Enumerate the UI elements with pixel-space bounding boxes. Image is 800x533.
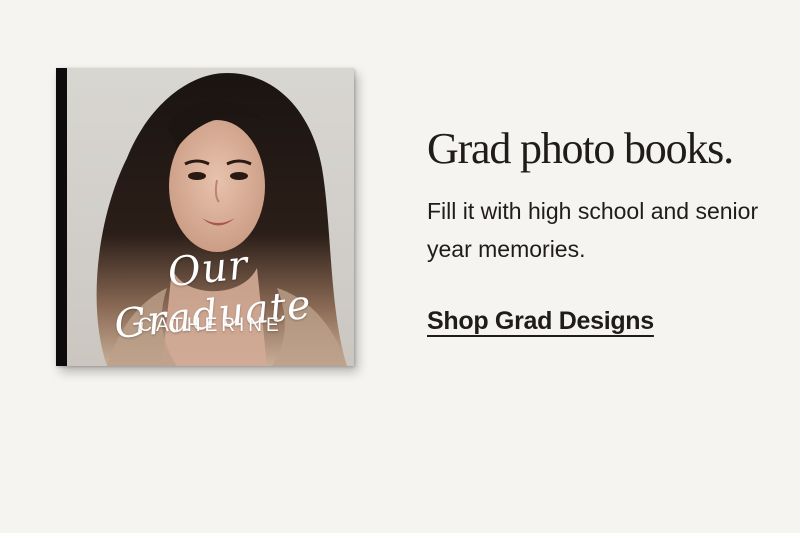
grad-photo-book-banner: Our Graduate CATHERINE Grad photo books.… bbox=[0, 0, 800, 533]
promo-subtext: Fill it with high school and senior year… bbox=[427, 198, 759, 262]
shop-grad-designs-link[interactable]: Shop Grad Designs bbox=[427, 307, 654, 336]
book-spine bbox=[56, 68, 67, 366]
cover-name: CATHERINE bbox=[138, 315, 283, 336]
photo-book[interactable]: Our Graduate CATHERINE bbox=[56, 68, 354, 366]
promo-headline: Grad photo books. bbox=[427, 124, 734, 173]
book-cover: Our Graduate CATHERINE bbox=[67, 68, 354, 366]
